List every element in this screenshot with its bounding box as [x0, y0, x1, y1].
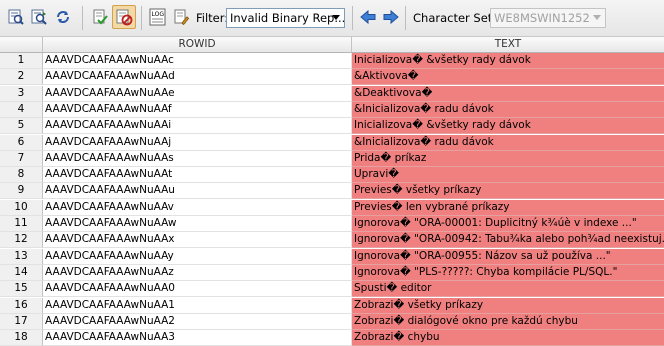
table-row[interactable]: 13 AAAVDCAAFAAAwNuAAy Ignorova� "ORA-00955… [0, 248, 664, 265]
filter-dropdown[interactable]: Invalid Binary Rep... [226, 8, 345, 28]
chevron-down-icon [589, 9, 605, 27]
table-row[interactable]: 9 AAAVDCAAFAAAwNuAAu Previes� všetky príka… [0, 183, 664, 200]
rowid-cell[interactable]: AAAVDCAAFAAAwNuAAz [43, 264, 352, 281]
row-number[interactable]: 8 [0, 167, 43, 184]
row-number[interactable]: 1 [0, 53, 43, 69]
rowid-cell[interactable]: AAAVDCAAFAAAwNuAAd [43, 69, 352, 86]
table-row[interactable]: 8 AAAVDCAAFAAAwNuAAt Upravi� [0, 167, 664, 184]
text-cell[interactable]: Ignorova� "PLS-?????: Chyba kompilácie P… [352, 264, 664, 281]
rowid-cell[interactable]: AAAVDCAAFAAAwNuAAf [43, 101, 352, 118]
text-cell[interactable]: Previes� len vybrané príkazy [352, 199, 664, 216]
rowid-cell[interactable]: AAAVDCAAFAAAwNuAAj [43, 134, 352, 151]
text-cell[interactable]: Ignorova� "ORA-00001: Duplicitný k¾úè v … [352, 216, 664, 232]
toolbar-separator [141, 6, 142, 30]
rowid-cell[interactable]: AAAVDCAAFAAAwNuAAw [43, 216, 352, 232]
table-row[interactable]: 17 AAAVDCAAFAAAwNuAA2 Zobrazi� dialógové o… [0, 313, 664, 330]
row-number[interactable]: 6 [0, 134, 43, 151]
row-number[interactable]: 2 [0, 69, 43, 86]
text-cell[interactable]: Inicializova� &všetky rady dávok [352, 53, 664, 69]
text-cell[interactable]: &Aktivova� [352, 69, 664, 86]
toolbar: LOG Filter: Invalid Binary Rep... Charac… [0, 0, 664, 37]
filter-label: Filter: [196, 11, 229, 25]
row-number[interactable]: 15 [0, 281, 43, 298]
column-header-rowid[interactable]: ROWID [43, 37, 352, 53]
text-cell[interactable]: Zobrazi� všetky príkazy [352, 297, 664, 314]
back-arrow-icon[interactable] [358, 6, 378, 28]
text-cell[interactable]: Ignorova� "ORA-00955: Názov sa už použív… [352, 248, 664, 265]
forward-arrow-icon[interactable] [381, 6, 401, 28]
table-row[interactable]: 7 AAAVDCAAFAAAwNuAAs Prida� príkaz [0, 150, 664, 167]
replace-icon[interactable] [53, 6, 73, 28]
rowid-cell[interactable]: AAAVDCAAFAAAwNuAAv [43, 199, 352, 216]
table-row[interactable]: 12 AAAVDCAAFAAAwNuAAx Ignorova� "ORA-00942… [0, 232, 664, 249]
table-row[interactable]: 2 AAAVDCAAFAAAwNuAAd &Aktivova� [0, 69, 664, 86]
find-next-icon[interactable] [29, 6, 49, 28]
charset-value: WE8MSWIN1252 [494, 11, 590, 25]
text-cell[interactable]: Inicializova� &všetky rady dávok [352, 118, 664, 135]
row-number[interactable]: 3 [0, 85, 43, 102]
charset-dropdown[interactable]: WE8MSWIN1252 [490, 8, 606, 28]
validate-icon[interactable] [90, 6, 110, 28]
table-row[interactable]: 1 AAAVDCAAFAAAwNuAAc Inicializova� &všetky… [0, 53, 664, 69]
rowid-cell[interactable]: AAAVDCAAFAAAwNuAAx [43, 232, 352, 249]
chevron-down-icon [328, 9, 344, 27]
table-row[interactable]: 5 AAAVDCAAFAAAwNuAAi Inicializova� &všetky… [0, 118, 664, 135]
column-header-text[interactable]: TEXT [352, 37, 664, 53]
rowid-cell[interactable]: AAAVDCAAFAAAwNuAAs [43, 150, 352, 167]
rowid-cell[interactable]: AAAVDCAAFAAAwNuAAy [43, 248, 352, 265]
settings-icon[interactable] [171, 6, 191, 28]
table-row[interactable]: 3 AAAVDCAAFAAAwNuAAe &Deaktivova� [0, 85, 664, 102]
row-number[interactable]: 9 [0, 183, 43, 200]
rowid-cell[interactable]: AAAVDCAAFAAAwNuAAe [43, 85, 352, 102]
row-number[interactable]: 4 [0, 101, 43, 118]
text-cell[interactable]: &Deaktivova� [352, 85, 664, 102]
text-cell[interactable]: &Inicializova� radu dávok [352, 101, 664, 118]
row-number[interactable]: 16 [0, 297, 43, 314]
table-row[interactable]: 11 AAAVDCAAFAAAwNuAAw Ignorova� "ORA-00001… [0, 216, 664, 232]
text-cell[interactable]: Prida� príkaz [352, 150, 664, 167]
rowid-cell[interactable]: AAAVDCAAFAAAwNuAA1 [43, 297, 352, 314]
rowid-cell[interactable]: AAAVDCAAFAAAwNuAAu [43, 183, 352, 200]
text-cell[interactable]: Zobrazi� dialógové okno pre každú chybu [352, 313, 664, 330]
table-row[interactable]: 4 AAAVDCAAFAAAwNuAAf &Inicializova� radu d… [0, 101, 664, 118]
svg-text:LOG: LOG [152, 11, 165, 18]
table-row[interactable]: 10 AAAVDCAAFAAAwNuAAv Previes� len vybrané… [0, 199, 664, 216]
row-number[interactable]: 5 [0, 118, 43, 135]
row-number[interactable]: 11 [0, 216, 43, 232]
rowid-cell[interactable]: AAAVDCAAFAAAwNuAAc [43, 53, 352, 69]
row-number-header [0, 37, 43, 53]
text-cell[interactable]: Upravi� [352, 167, 664, 184]
rowid-cell[interactable]: AAAVDCAAFAAAwNuAA0 [43, 281, 352, 298]
toolbar-separator [405, 6, 406, 30]
edit-active-icon[interactable] [112, 5, 136, 29]
log-icon[interactable]: LOG [148, 6, 168, 28]
toolbar-separator [82, 6, 83, 30]
find-icon[interactable] [6, 6, 26, 28]
table-row[interactable]: 15 AAAVDCAAFAAAwNuAA0 Spusti� editor [0, 281, 664, 298]
charset-label: Character Set: [413, 11, 497, 25]
rowid-cell[interactable]: AAAVDCAAFAAAwNuAA2 [43, 313, 352, 330]
text-cell[interactable]: Previes� všetky príkazy [352, 183, 664, 200]
row-number[interactable]: 7 [0, 150, 43, 167]
row-number[interactable]: 14 [0, 264, 43, 281]
table-row[interactable]: 14 AAAVDCAAFAAAwNuAAz Ignorova� "PLS-?????… [0, 264, 664, 281]
rowid-cell[interactable]: AAAVDCAAFAAAwNuAAi [43, 118, 352, 135]
row-number[interactable]: 17 [0, 313, 43, 330]
table-row[interactable]: 6 AAAVDCAAFAAAwNuAAj &Inicializova� radu d… [0, 134, 664, 151]
text-cell[interactable]: &Inicializova� radu dávok [352, 134, 664, 151]
row-number[interactable]: 13 [0, 248, 43, 265]
row-number[interactable]: 12 [0, 232, 43, 249]
table-row[interactable]: 16 AAAVDCAAFAAAwNuAA1 Zobrazi� všetky prík… [0, 297, 664, 314]
row-number[interactable]: 10 [0, 199, 43, 216]
text-cell[interactable]: Ignorova� "ORA-00942: Tabu¾ka alebo poh¾… [352, 232, 664, 249]
rowid-cell[interactable]: AAAVDCAAFAAAwNuAAt [43, 167, 352, 184]
text-cell[interactable]: Spusti� editor [352, 281, 664, 298]
toolbar-separator [352, 6, 353, 30]
